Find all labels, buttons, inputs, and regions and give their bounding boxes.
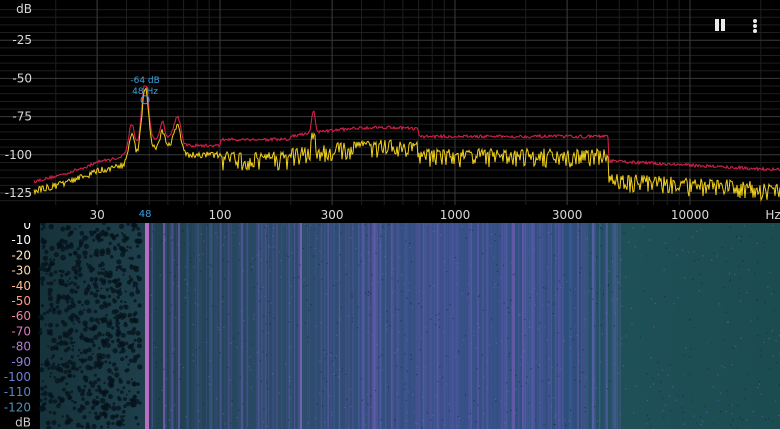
freq-axis-label: 100 xyxy=(209,208,232,222)
db-axis-label: dB xyxy=(16,2,32,16)
spectrogram-db-label: -50 xyxy=(11,294,31,308)
peak-hz-label: 48 Hz xyxy=(132,87,158,97)
spectrogram[interactable]: 0-10-20 -30-40-50-60-70 -80-90-100-110-120… xyxy=(0,223,780,429)
freq-axis-label: 1000 xyxy=(440,208,471,222)
spectrogram-line xyxy=(178,223,180,429)
pause-button[interactable] xyxy=(713,18,727,32)
spectrogram-db-label: -40 xyxy=(11,279,31,293)
spectrogram-db-label: -90 xyxy=(11,355,31,369)
peak-db-label: -64 dB xyxy=(130,76,159,86)
spectrogram-line xyxy=(372,223,378,429)
spectrogram-line xyxy=(522,223,524,429)
spectrogram-db-label: -20 xyxy=(11,248,31,262)
spectrogram-db-label: -80 xyxy=(11,340,31,354)
db-axis-label: -100 xyxy=(5,148,32,162)
db-axis-label: -75 xyxy=(12,110,32,124)
db-axis-label: -50 xyxy=(12,71,32,85)
spectrogram-db-label: -60 xyxy=(11,309,31,323)
freq-axis-label: 300 xyxy=(321,208,344,222)
more-options-button[interactable] xyxy=(750,18,760,34)
pause-icon xyxy=(715,19,719,31)
spectrogram-db-label: -10 xyxy=(11,233,31,247)
spectrogram-db-label: -110 xyxy=(4,385,31,399)
spectrogram-db-label: -70 xyxy=(11,324,31,338)
peak-frequency-marker: 48 xyxy=(139,209,152,220)
freq-axis-label: 30 xyxy=(89,208,104,222)
freq-axis-label: 3000 xyxy=(552,208,583,222)
spectrogram-line xyxy=(300,223,302,429)
db-axis-label: -25 xyxy=(12,33,32,47)
db-axis-label: -125 xyxy=(5,186,32,200)
spectrogram-line xyxy=(512,223,515,429)
spectrum-chart[interactable]: dB -25 -50 -75 -100 -125 30 100 300 1000 3000 10000… xyxy=(0,0,780,223)
spectrogram-line xyxy=(145,223,149,429)
spectrogram-db-label: 0 xyxy=(23,223,31,232)
freq-axis-label: 10000 xyxy=(671,208,709,222)
spectrogram-db-label: -100 xyxy=(4,370,31,384)
spectrogram-line xyxy=(163,223,165,429)
spectrogram-db-label: -30 xyxy=(11,264,31,278)
spectrogram-line xyxy=(592,223,594,429)
spectrogram-db-label: -120 xyxy=(4,400,31,414)
spectrogram-line xyxy=(606,223,608,429)
spectrogram-db-label: dB xyxy=(15,416,31,429)
more-vert-icon xyxy=(753,19,757,23)
freq-unit-label: Hz xyxy=(765,208,780,222)
